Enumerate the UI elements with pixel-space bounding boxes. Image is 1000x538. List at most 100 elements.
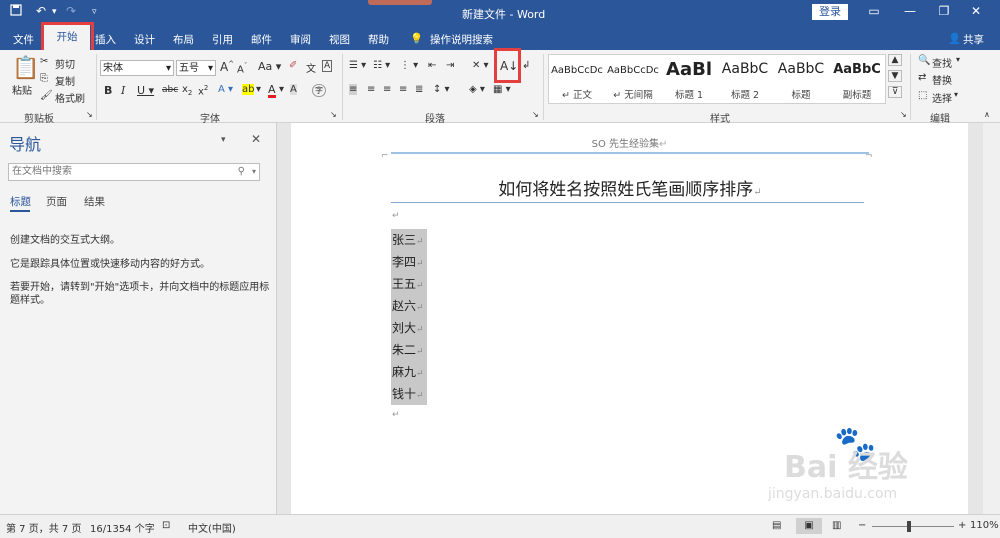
show-marks-icon[interactable]: ↲ xyxy=(522,60,530,71)
share-icon[interactable]: 👤 xyxy=(948,32,961,45)
tab-mailings[interactable]: 邮件 xyxy=(251,32,272,47)
styles-launcher-icon[interactable]: ↘ xyxy=(900,110,907,119)
font-color-dropdown-icon[interactable]: ▾ xyxy=(279,84,284,95)
web-layout-icon[interactable]: ▥ xyxy=(832,520,841,531)
tab-help[interactable]: 帮助 xyxy=(368,32,389,47)
increase-indent-icon[interactable]: ⇥ xyxy=(446,60,454,71)
tab-insert[interactable]: 插入 xyxy=(95,32,116,47)
highlight-icon[interactable]: ab xyxy=(242,84,255,95)
name-line[interactable]: 朱二↵ xyxy=(392,341,424,358)
word-count[interactable]: 16/1354 个字 xyxy=(90,520,155,535)
zoom-slider[interactable] xyxy=(872,526,954,527)
paragraph-launcher-icon[interactable]: ↘ xyxy=(532,110,539,119)
style-normal[interactable]: AaBbCcDc ↵ 正文 xyxy=(549,55,605,103)
nav-tab-results[interactable]: 结果 xyxy=(84,194,105,209)
bullets-icon[interactable]: ☰ ▾ xyxy=(349,60,366,71)
align-center-icon[interactable]: ≡ xyxy=(367,84,375,95)
styles-gallery[interactable]: AaBbCcDc ↵ 正文 AaBbCcDc ↵ 无间隔 AaBl 标题 1 A… xyxy=(548,54,886,104)
bold-icon[interactable]: B xyxy=(104,84,112,97)
name-line[interactable]: 李四↵ xyxy=(392,253,424,270)
font-launcher-icon[interactable]: ↘ xyxy=(330,110,337,119)
restore-icon[interactable]: ❐ xyxy=(934,4,954,18)
read-mode-icon[interactable]: ▤ xyxy=(772,520,781,531)
nav-tab-headings[interactable]: 标题 xyxy=(10,194,31,209)
phonetic-guide-icon[interactable]: 文 xyxy=(306,60,316,75)
styles-more-icon[interactable]: ⊽ xyxy=(888,86,902,98)
copy-icon[interactable]: ⎘ xyxy=(40,73,48,84)
zoom-slider-thumb[interactable] xyxy=(907,521,911,532)
clipboard-launcher-icon[interactable]: ↘ xyxy=(86,110,93,119)
styles-scroll-down-icon[interactable]: ▼ xyxy=(888,70,902,82)
style-title[interactable]: AaBbC 标题 xyxy=(773,55,829,103)
clear-formatting-icon[interactable]: ✐ xyxy=(289,60,297,71)
font-color-icon[interactable]: A xyxy=(268,84,276,98)
tab-layout[interactable]: 布局 xyxy=(173,32,194,47)
replace-icon[interactable]: ⇄ xyxy=(918,72,926,83)
name-line[interactable]: 王五↵ xyxy=(392,275,424,292)
nav-search-input[interactable]: 在文档中搜索 ⚲ ▾ xyxy=(8,163,260,181)
change-case-button[interactable]: Aa ▾ xyxy=(258,60,281,73)
nav-close-icon[interactable]: ✕ xyxy=(251,132,261,146)
cut-button[interactable]: 剪切 xyxy=(55,56,75,71)
font-name-combo[interactable]: 宋体 ▾ xyxy=(100,60,174,76)
chinese-layout-icon[interactable]: ✕ ▾ xyxy=(472,60,489,71)
search-icon[interactable]: ⚲ xyxy=(238,164,245,180)
zoom-in-icon[interactable]: + xyxy=(958,520,966,531)
language-indicator[interactable]: 中文(中国) xyxy=(188,520,236,535)
shrink-font-icon[interactable]: Aˇ xyxy=(237,62,247,75)
distribute-icon[interactable]: ≣ xyxy=(415,84,423,95)
undo-icon[interactable]: ↶ xyxy=(36,4,46,18)
drag-handle[interactable] xyxy=(368,0,432,5)
select-dropdown-icon[interactable]: ▾ xyxy=(954,90,958,99)
italic-icon[interactable]: I xyxy=(121,84,125,97)
find-dropdown-icon[interactable]: ▾ xyxy=(956,55,960,64)
underline-icon[interactable]: U ▾ xyxy=(137,84,154,97)
proofing-icon[interactable]: ⊡ xyxy=(162,520,170,531)
tell-me-search[interactable]: 操作说明搜索 xyxy=(430,32,493,47)
login-button[interactable]: 登录 xyxy=(812,4,848,20)
tab-references[interactable]: 引用 xyxy=(212,32,233,47)
find-icon[interactable]: 🔍 xyxy=(918,55,930,66)
ribbon-display-icon[interactable]: ▭ xyxy=(864,4,884,18)
subscript-icon[interactable]: x2 xyxy=(182,84,192,97)
zoom-level[interactable]: 110% xyxy=(970,520,999,531)
close-icon[interactable]: ✕ xyxy=(966,4,986,18)
style-heading-1[interactable]: AaBl 标题 1 xyxy=(661,55,717,103)
redo-icon[interactable]: ↷ xyxy=(66,4,76,18)
nav-tab-pages[interactable]: 页面 xyxy=(46,194,67,209)
undo-dropdown-icon[interactable]: ▾ xyxy=(52,7,57,17)
char-shading-icon[interactable]: A xyxy=(290,84,297,95)
format-painter-button[interactable]: 格式刷 xyxy=(55,90,85,105)
share-button[interactable]: 共享 xyxy=(963,32,984,47)
style-no-spacing[interactable]: AaBbCcDc ↵ 无间隔 xyxy=(605,55,661,103)
page-header[interactable]: SO 先生经验集↵ xyxy=(291,135,968,150)
text-effects-icon[interactable]: A ▾ xyxy=(218,84,233,95)
superscript-icon[interactable]: x2 xyxy=(198,84,208,97)
tab-file[interactable]: 文件 xyxy=(13,32,34,47)
name-line[interactable]: 张三↵ xyxy=(392,231,424,248)
page-count[interactable]: 第 7 页，共 7 页 xyxy=(6,520,81,535)
grow-font-icon[interactable]: A^ xyxy=(220,60,234,74)
customize-icon[interactable]: ▿ xyxy=(92,7,97,17)
collapse-ribbon-icon[interactable]: ∧ xyxy=(984,110,990,119)
style-subtitle[interactable]: AaBbC 副标题 xyxy=(829,55,885,103)
align-left-icon[interactable]: ≡ xyxy=(349,84,358,95)
align-right-icon[interactable]: ≡ xyxy=(383,84,391,95)
enclose-char-icon[interactable]: 字 xyxy=(312,84,326,97)
borders-icon[interactable]: ▦ ▾ xyxy=(493,84,511,95)
char-border-icon[interactable]: A xyxy=(322,60,333,72)
select-button[interactable]: 选择 xyxy=(932,90,952,105)
strikethrough-icon[interactable]: abc xyxy=(162,85,178,95)
name-line[interactable]: 赵六↵ xyxy=(392,297,424,314)
numbering-icon[interactable]: ☷ ▾ xyxy=(373,60,390,71)
find-button[interactable]: 查找 xyxy=(932,55,952,70)
paste-icon[interactable]: 📋 xyxy=(12,56,39,81)
tab-design[interactable]: 设计 xyxy=(134,32,155,47)
styles-scroll-up-icon[interactable]: ▲ xyxy=(888,54,902,66)
select-icon[interactable]: ⬚ xyxy=(918,90,927,101)
highlight-dropdown-icon[interactable]: ▾ xyxy=(256,84,261,95)
zoom-out-icon[interactable]: − xyxy=(858,520,866,531)
multilevel-list-icon[interactable]: ⋮ ▾ xyxy=(400,60,418,71)
line-spacing-icon[interactable]: ↕ ▾ xyxy=(433,84,450,95)
cut-icon[interactable]: ✂ xyxy=(40,56,48,67)
